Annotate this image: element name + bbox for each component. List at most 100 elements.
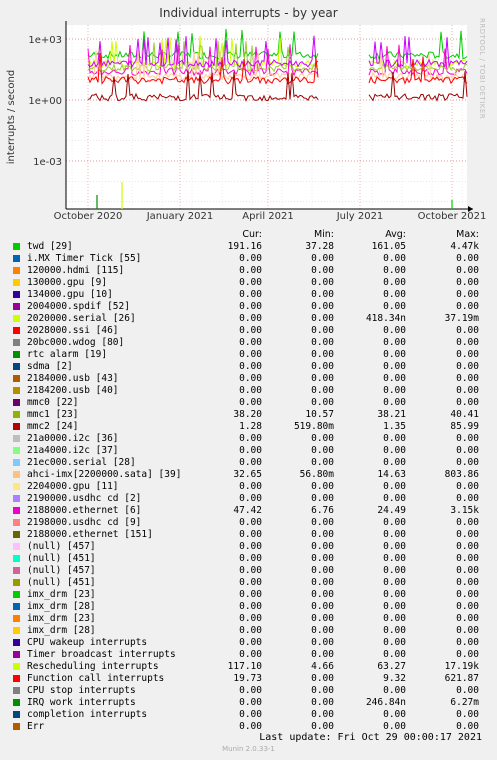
legend-swatch [13,435,20,442]
legend-cur: 0.00 [239,481,262,492]
legend-max: 0.00 [456,709,479,720]
legend-max: 0.00 [456,373,479,384]
legend-row: imx_drm [23] 0.00 0.00 0.00 0.00 [10,613,490,625]
legend-max: 0.00 [456,637,479,648]
legend-cur: 191.16 [227,241,262,252]
legend-avg: 161.05 [371,241,406,252]
y-axis-label: interrupts / second [6,70,17,164]
header-cur: Cur: [242,229,262,240]
legend-row: mmc2 [24] 1.28 519.80m 1.35 85.99 [10,421,490,433]
legend-max: 0.00 [456,457,479,468]
legend-max: 0.00 [456,517,479,528]
legend-min: 37.28 [305,241,334,252]
legend-label: CPU stop interrupts [27,685,136,696]
legend-label: IRQ work interrupts [27,697,136,708]
legend-min: 0.00 [311,673,334,684]
legend-avg: 0.00 [383,517,406,528]
legend-swatch [13,267,20,274]
legend-swatch [13,591,20,598]
legend-avg: 0.00 [383,589,406,600]
legend-label: (null) [457] [27,565,96,576]
legend-cur: 0.00 [239,637,262,648]
legend-max: 17.19k [444,661,479,672]
legend-swatch [13,699,20,706]
legend-cur: 0.00 [239,313,262,324]
legend-cur: 0.00 [239,541,262,552]
legend-avg: 0.00 [383,625,406,636]
legend-row: 2204000.gpu [11] 0.00 0.00 0.00 0.00 [10,481,490,493]
legend-label: 120000.hdmi [115] [27,265,125,276]
legend-label: 2028000.ssi [46] [27,325,119,336]
legend-label: CPU wakeup interrupts [27,637,148,648]
x-tick-label: April 2021 [242,211,293,222]
y-tick-label: 1e-03 [33,157,62,168]
legend-max: 0.00 [456,649,479,660]
legend-row: CPU wakeup interrupts 0.00 0.00 0.00 0.00 [10,637,490,649]
legend-avg: 1.35 [383,421,406,432]
legend-cur: 0.00 [239,349,262,360]
legend-swatch [13,471,20,478]
munin-version: Munin 2.0.33-1 [222,745,275,753]
legend-avg: 0.00 [383,325,406,336]
header-max: Max: [456,229,479,240]
legend-avg: 0.00 [383,433,406,444]
legend-cur: 0.00 [239,337,262,348]
legend-cur: 0.00 [239,373,262,384]
legend-cur: 0.00 [239,529,262,540]
legend-avg: 0.00 [383,265,406,276]
legend-min: 0.00 [311,397,334,408]
legend-cur: 0.00 [239,433,262,444]
legend-label: imx_drm [28] [27,625,96,636]
legend-max: 0.00 [456,385,479,396]
legend-row: 21a0000.i2c [36] 0.00 0.00 0.00 0.00 [10,433,490,445]
legend-row: 2028000.ssi [46] 0.00 0.00 0.00 0.00 [10,325,490,337]
legend-max: 0.00 [456,541,479,552]
legend-row: 2184200.usb [40] 0.00 0.00 0.00 0.00 [10,385,490,397]
legend-swatch [13,603,20,610]
legend-max: 0.00 [456,301,479,312]
legend-swatch [13,411,20,418]
legend-max: 0.00 [456,277,479,288]
legend-min: 0.00 [311,277,334,288]
legend-swatch [13,363,20,370]
legend-avg: 0.00 [383,685,406,696]
legend-swatch [13,327,20,334]
legend-max: 0.00 [456,337,479,348]
legend-row: Rescheduling interrupts 117.10 4.66 63.27 17… [10,661,490,673]
legend-min: 0.00 [311,493,334,504]
legend-row: 2188000.ethernet [6] 47.42 6.76 24.49 3.15k [10,505,490,517]
legend-cur: 0.00 [239,385,262,396]
legend-cur: 0.00 [239,445,262,456]
legend-cur: 0.00 [239,565,262,576]
legend-cur: 0.00 [239,253,262,264]
legend-label: 134000.gpu [10] [27,289,113,300]
legend-swatch [13,555,20,562]
legend-avg: 14.63 [377,469,406,480]
legend-label: 2184000.usb [43] [27,373,119,384]
legend-label: 2190000.usdhc cd [2] [27,493,142,504]
legend-min: 0.00 [311,325,334,336]
legend-cur: 0.00 [239,265,262,276]
legend-swatch [13,339,20,346]
legend-label: 2188000.ethernet [6] [27,505,142,516]
legend-max: 6.27m [450,697,479,708]
legend-cur: 1.28 [239,421,262,432]
legend-cur: 0.00 [239,577,262,588]
legend-label: mmc0 [22] [27,397,79,408]
legend-max: 0.00 [456,493,479,504]
legend-swatch [13,627,20,634]
legend-avg: 0.00 [383,385,406,396]
legend-label: 21a0000.i2c [36] [27,433,119,444]
legend-swatch [13,531,20,538]
legend-min: 0.00 [311,289,334,300]
legend-avg: 0.00 [383,397,406,408]
y-tick-label: 1e+03 [28,35,62,46]
legend-avg: 0.00 [383,301,406,312]
legend-swatch [13,675,20,682]
legend-min: 0.00 [311,709,334,720]
legend-avg: 38.21 [377,409,406,420]
legend-cur: 19.73 [233,673,262,684]
legend-row: (null) [457] 0.00 0.00 0.00 0.00 [10,565,490,577]
legend-header: Cur: Min: Avg: Max: [10,229,490,241]
legend-row: 2198000.usdhc cd [9] 0.00 0.00 0.00 0.00 [10,517,490,529]
